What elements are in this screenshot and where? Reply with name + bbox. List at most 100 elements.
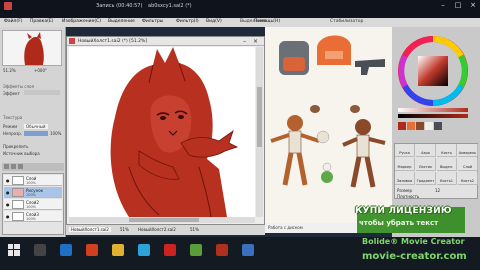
reference-sheet [270,35,386,188]
reference-image [265,27,392,223]
menu-item-edit[interactable]: Правка(E) [30,19,53,24]
protect-label[interactable]: Прикрепить [3,144,28,149]
start-button[interactable] [8,244,20,256]
color-wheel[interactable] [398,36,468,106]
swatch[interactable] [407,122,415,130]
layer-opacity: 100% [26,180,37,185]
layer-opacity: 100% [26,216,37,221]
taskbar-folder-icon[interactable] [112,244,124,256]
taskbar-recorder-icon[interactable] [190,244,202,256]
eye-icon[interactable]: ● [6,190,10,195]
document-titlebar: НовыйХолст1.sai2 (*) [51.2%] – × [67,37,264,46]
layer-item[interactable]: ● Слой2 100% [4,199,62,210]
layer-opacity: 100% [26,204,37,209]
layer-effects-header: Эффекты слоя [3,84,34,89]
swatch-grid[interactable] [398,122,468,140]
selection-source-label[interactable]: Источник выбора [3,151,40,156]
stabilizer-label[interactable]: Стабилизатор [330,19,363,24]
taskbar-explorer-icon[interactable] [60,244,72,256]
taskbar-app-icon[interactable] [86,244,98,256]
density-label: Плотность [397,194,420,199]
window-titlebar: Запись (00:40:57) ab0sxcy1.sai2 (*) – □ … [0,0,480,18]
new-folder-icon[interactable] [11,164,16,169]
document-icon [69,38,75,44]
horizontal-scroll-thumb[interactable] [129,218,199,222]
watermark-license-text: КУПИ ЛИЦЕНЗИЮ [355,206,452,216]
effect-label: Эффект [3,91,20,96]
effect-select[interactable] [24,90,60,95]
taskbar-opera-icon[interactable] [164,244,176,256]
menu-item-image[interactable]: Изображение(C) [62,19,101,24]
texture-header: Текстура [3,115,23,120]
taskbar-skype-icon[interactable] [138,244,150,256]
mode-label[interactable]: Выделение [240,19,267,24]
menu-item-filters[interactable]: Фильтры [142,19,163,24]
watermark-remove-text: чтобы убрать текст [359,219,439,227]
app-title: ab0sxcy1.sai2 (*) [148,3,192,9]
brush-watercolor[interactable]: Акварель [458,144,478,157]
watermark-product-text: Bolide® Movie Creator [362,237,465,246]
layer-thumbnail [12,200,24,209]
close-button[interactable]: × [466,0,480,10]
brush-fill[interactable]: Заливка [395,172,415,185]
taskbar-browser-icon[interactable] [34,244,46,256]
eye-icon[interactable]: ● [6,178,10,183]
angle-value-label: +000° [34,68,47,73]
blend-mode-label: Режим [3,124,18,129]
menu-item-view[interactable]: Вид(V) [206,19,222,24]
delete-layer-icon[interactable] [18,164,23,169]
drawing-canvas[interactable] [69,47,255,217]
layer-opacity: 100% [26,192,37,197]
navigator-thumbnail[interactable] [2,30,62,66]
brush-eraser[interactable]: Ластик [416,158,436,171]
color-slider-2[interactable] [398,114,468,118]
opacity-value: 100% [50,131,62,136]
vertical-scroll-thumb[interactable] [257,87,262,147]
color-slider-1[interactable] [398,108,468,112]
taskbar-word-icon[interactable] [242,244,254,256]
brush-gradient[interactable]: Градиент [416,172,436,185]
brush-size-value: 12 [435,188,441,193]
eye-icon[interactable]: ● [6,214,10,219]
layer-item[interactable]: ● Рисунок 100% [4,187,62,198]
layer-thumbnail [12,176,24,185]
recording-title: Запись (00:40:57) [96,3,143,9]
new-layer-icon[interactable] [4,164,9,169]
swatch[interactable] [398,122,406,130]
brush-pen[interactable]: Ручка [395,144,415,157]
brush-marker[interactable]: Маркер [395,158,415,171]
opacity-slider[interactable] [24,131,48,136]
menu-item-file[interactable]: Файл(F) [4,19,23,24]
minimize-button[interactable]: – [436,0,450,10]
eye-icon[interactable]: ● [6,202,10,207]
blend-mode-select[interactable]: Обычный [24,124,48,129]
document-close-button[interactable]: × [253,38,258,45]
tab-document-1-zoom: 51% [120,227,129,232]
swatch[interactable] [425,122,433,130]
brush-brush[interactable]: Кисть [437,144,457,157]
brush-airbrush[interactable]: Аэро [416,144,436,157]
brush-select[interactable]: Выдел. [437,158,457,171]
document-window: НовыйХолст1.sai2 (*) [51.2%] – × [66,36,265,225]
tab-document-2[interactable]: НовыйХолст2.sai2 [138,227,176,232]
layer-item[interactable]: ● Слой3 100% [4,211,62,222]
menu-item-select[interactable]: Выделение [108,19,135,24]
maximize-button[interactable]: □ [451,0,465,10]
brush-size-label: Размер [397,188,413,193]
swatch[interactable] [434,122,442,130]
navigator-preview [24,32,44,65]
vertical-scrollbar[interactable] [256,47,263,217]
brush-custom-1[interactable]: Кисть1 [437,172,457,185]
document-minimize-button[interactable]: – [243,38,246,45]
brush-tool-grid: Ручка Аэро Кисть Акварель Маркер Ластик … [394,143,478,199]
menu-item-filter[interactable]: Фильтр(I) [176,19,199,24]
horizontal-scrollbar[interactable] [69,217,255,223]
brush-layer[interactable]: Слой [458,158,478,171]
menu-bar: Файл(F) Правка(E) Изображение(C) Выделен… [0,18,480,27]
taskbar-sai-icon[interactable] [216,244,228,256]
brush-custom-2[interactable]: Кисть2 [458,172,478,185]
layer-item[interactable]: ● Слой 100% [4,175,62,186]
document-title: НовыйХолст1.sai2 (*) [51.2%] [78,39,148,44]
swatch[interactable] [416,122,424,130]
tab-document-1[interactable]: НовыйХолст1.sai2 [69,227,111,232]
